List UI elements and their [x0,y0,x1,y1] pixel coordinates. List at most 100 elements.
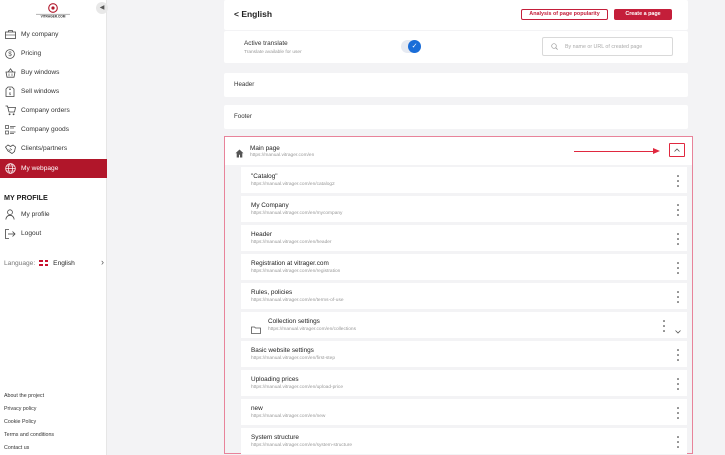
vitrager-logo[interactable]: VITRAGER.COM [30,3,76,19]
header-section[interactable]: Header [224,73,688,97]
page-row[interactable]: My Company https://manual.vitrager.com/e… [241,196,687,222]
collapse-sidebar-button[interactable]: ◀ [96,2,108,14]
page-folder-row[interactable]: Collection settings https://manual.vitra… [241,312,687,338]
page-title: System structure [251,434,299,441]
user-icon [4,209,16,220]
translate-toggle[interactable]: ✓ [401,40,421,53]
language-selector[interactable]: Language: English › [4,257,104,268]
page-title: Header [251,231,272,238]
profile-section-title: MY PROFILE [4,193,48,202]
footer-link-cookie[interactable]: Cookie Policy [4,416,54,429]
collapse-main-page-button[interactable] [669,143,685,157]
more-options-icon[interactable] [676,378,680,390]
page-url: https://manual.vitrager.com/en/new [251,414,326,419]
chevron-up-icon [674,148,680,152]
page-title: Uploading prices [251,376,299,383]
nav-sell-windows[interactable]: $ Sell windows [0,82,107,101]
page-url: https://manual.vitrager.com/en/upload-pr… [251,385,343,390]
page-url: https://manual.vitrager.com/en/registrat… [251,269,341,274]
nav-company-orders[interactable]: Company orders [0,101,107,120]
more-options-icon[interactable] [676,291,680,303]
dollar-icon: $ [4,48,16,59]
more-options-icon[interactable] [676,233,680,245]
footer-link-privacy[interactable]: Privacy policy [4,403,54,416]
page-url: https://manual.vitrager.com/en/first-ste… [251,356,335,361]
page-row[interactable]: System structure https://manual.vitrager… [241,428,687,454]
more-options-icon[interactable] [676,407,680,419]
nav-label: Sell windows [21,88,60,95]
search-input[interactable] [565,43,665,50]
page-row[interactable]: "Catalog" https://manual.vitrager.com/en… [241,167,687,193]
page-url: https://manual.vitrager.com/en/terms-of-… [251,298,344,303]
list-icon [4,124,16,135]
translate-panel: Active translate Translate available for… [224,31,688,63]
main-page-title: Main page [250,145,280,152]
annotation-arrow-head [653,148,660,154]
nav-company-goods[interactable]: Company goods [0,120,107,139]
nav-label: Logout [21,230,42,237]
globe-icon [4,163,16,174]
nav-pricing[interactable]: $ Pricing [0,44,107,63]
page-title: "Catalog" [251,173,278,180]
chevron-right-icon: › [101,257,104,267]
nav-clients-partners[interactable]: Clients/partners [0,139,107,158]
more-options-icon[interactable] [676,175,680,187]
page-title: Rules, policies [251,289,293,296]
language-label: Language: [4,259,36,267]
page-url: https://manual.vitrager.com/en/header [251,240,332,245]
page-row[interactable]: Header https://manual.vitrager.com/en/he… [241,225,687,251]
page-search [542,37,673,56]
nav-label: Company orders [21,107,70,114]
translate-label: Active translate [244,40,288,47]
handshake-icon [4,144,16,154]
analysis-button[interactable]: Analysis of page popularity [521,9,608,20]
main-page-row[interactable]: Main page https://manual.vitrager.com/en [225,137,692,165]
page-row[interactable]: Uploading prices https://manual.vitrager… [241,370,687,396]
footer-label: Footer [234,113,252,120]
nav-label: Buy windows [21,69,60,76]
footer-section[interactable]: Footer [224,105,688,129]
check-icon: ✓ [408,40,421,53]
nav-label: Pricing [21,50,42,57]
more-options-icon[interactable] [676,204,680,216]
nav-my-webpage[interactable]: My webpage [0,159,107,178]
search-icon [551,43,558,50]
page-row[interactable]: Rules, policies https://manual.vitrager.… [241,283,687,309]
nav-my-profile[interactable]: My profile [0,205,107,224]
back-language-link[interactable]: < English [234,9,272,19]
nav-label: My webpage [21,165,59,172]
page-row[interactable]: Registration at vitrager.com https://man… [241,254,687,280]
main-page-url: https://manual.vitrager.com/en [250,153,315,158]
folder-icon [251,321,261,339]
tag-icon: $ [4,86,16,97]
uk-flag-icon [39,260,49,266]
chevron-down-icon[interactable] [675,321,681,339]
nav-label: My profile [21,211,50,218]
nav-label: My company [21,31,59,38]
footer-link-contact[interactable]: Contact us [4,442,54,455]
basket-icon [4,67,16,78]
footer-link-terms[interactable]: Terms and conditions [4,429,54,442]
page-row[interactable]: Basic website settings https://manual.vi… [241,341,687,367]
nav-logout[interactable]: Logout [0,224,107,243]
nav-label: Clients/partners [21,145,68,152]
company-icon [4,30,16,39]
more-options-icon[interactable] [676,349,680,361]
footer-link-about[interactable]: About the project [4,390,54,403]
create-page-button[interactable]: Create a page [614,9,672,20]
nav-buy-windows[interactable]: Buy windows [0,63,107,82]
translate-sublabel: Translate available for user [244,50,302,55]
page-title: Registration at vitrager.com [251,260,329,267]
more-options-icon[interactable] [662,320,666,332]
header-label: Header [234,81,255,88]
cart-icon [4,105,16,116]
page-title: Collection settings [268,318,320,325]
sidebar: VITRAGER.COM ◀ My company $ Pricing Buy … [0,0,108,455]
page-url: https://manual.vitrager.com/en/mycompany [251,211,343,216]
pages-tree: Main page https://manual.vitrager.com/en… [224,136,693,454]
more-options-icon[interactable] [676,262,680,274]
nav-my-company[interactable]: My company [0,25,107,44]
page-row[interactable]: new https://manual.vitrager.com/en/new [241,399,687,425]
more-options-icon[interactable] [676,436,680,448]
svg-text:$: $ [9,91,12,96]
